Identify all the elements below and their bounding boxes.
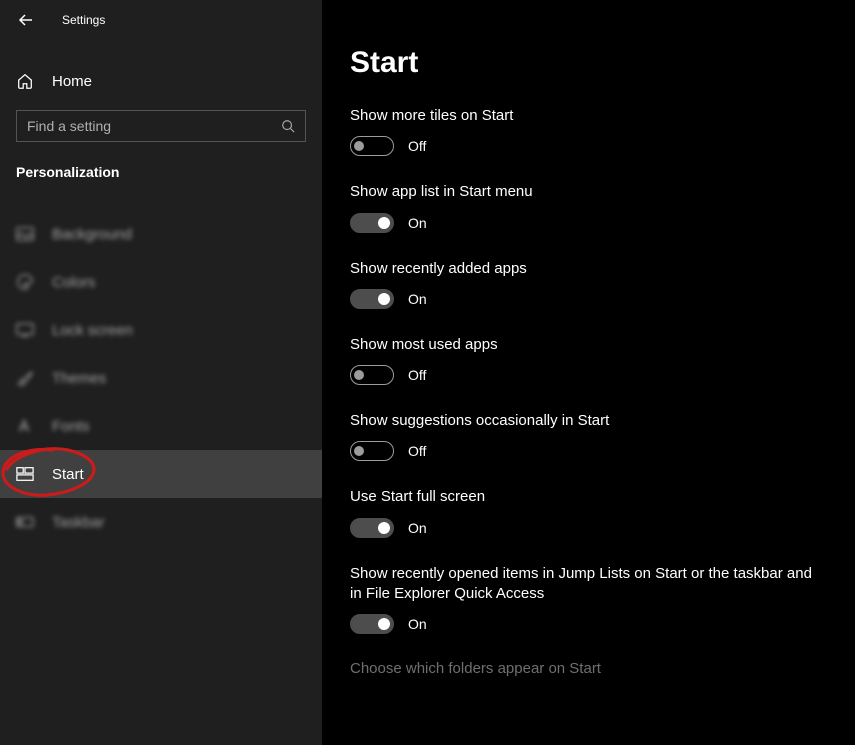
- setting-suggestions: Show suggestions occasionally in Start O…: [350, 411, 815, 461]
- toggle-row: On: [350, 289, 815, 309]
- toggle-full-screen[interactable]: [350, 518, 394, 538]
- toggle-row: Off: [350, 365, 815, 385]
- sidebar-item-taskbar[interactable]: Taskbar: [0, 498, 322, 546]
- picture-icon: [16, 226, 34, 242]
- setting-full-screen: Use Start full screen On: [350, 487, 815, 537]
- palette-icon: [16, 273, 34, 291]
- sidebar-item-background[interactable]: Background: [0, 210, 322, 258]
- toggle-most-used[interactable]: [350, 365, 394, 385]
- sidebar-item-label: Start: [52, 466, 84, 483]
- toggle-recently-added[interactable]: [350, 289, 394, 309]
- nav-home-label: Home: [52, 73, 92, 90]
- font-icon: [16, 417, 34, 435]
- sidebar-item-start[interactable]: Start: [0, 450, 322, 498]
- search-box[interactable]: [16, 110, 306, 142]
- nav-list: Background Colors Lock screen Themes Fon: [0, 210, 322, 546]
- setting-most-used: Show most used apps Off: [350, 335, 815, 385]
- search-icon: [281, 119, 295, 133]
- sidebar-item-label: Fonts: [52, 418, 90, 435]
- sidebar-item-label: Colors: [52, 274, 95, 291]
- sidebar-item-colors[interactable]: Colors: [0, 258, 322, 306]
- taskbar-icon: [16, 516, 34, 528]
- toggle-state: Off: [408, 443, 426, 459]
- arrow-left-icon: [18, 12, 34, 28]
- setting-app-list: Show app list in Start menu On: [350, 182, 815, 232]
- back-button[interactable]: [14, 8, 38, 32]
- setting-label: Show app list in Start menu: [350, 182, 815, 202]
- setting-more-tiles: Show more tiles on Start Off: [350, 106, 815, 156]
- titlebar: Settings: [0, 0, 322, 40]
- setting-label: Show recently added apps: [350, 259, 815, 279]
- setting-label: Show suggestions occasionally in Start: [350, 411, 815, 431]
- toggle-suggestions[interactable]: [350, 441, 394, 461]
- sidebar-item-lock-screen[interactable]: Lock screen: [0, 306, 322, 354]
- setting-label: Use Start full screen: [350, 487, 815, 507]
- toggle-app-list[interactable]: [350, 213, 394, 233]
- toggle-row: Off: [350, 441, 815, 461]
- toggle-state: On: [408, 616, 427, 632]
- toggle-state: On: [408, 291, 427, 307]
- category-heading: Personalization: [0, 142, 322, 194]
- sidebar-item-label: Themes: [52, 370, 106, 387]
- sidebar-item-label: Background: [52, 226, 132, 243]
- sidebar-item-fonts[interactable]: Fonts: [0, 402, 322, 450]
- content-pane: Start Show more tiles on Start Off Show …: [322, 0, 855, 745]
- toggle-jump-lists[interactable]: [350, 614, 394, 634]
- sidebar: Settings Home Personalization Background…: [0, 0, 322, 745]
- nav-home[interactable]: Home: [0, 62, 322, 100]
- toggle-row: On: [350, 518, 815, 538]
- search-input[interactable]: [27, 118, 281, 134]
- brush-icon: [16, 369, 34, 387]
- setting-recently-added: Show recently added apps On: [350, 259, 815, 309]
- monitor-icon: [16, 322, 34, 338]
- start-tiles-icon: [16, 466, 34, 482]
- sidebar-item-themes[interactable]: Themes: [0, 354, 322, 402]
- setting-jump-lists: Show recently opened items in Jump Lists…: [350, 564, 815, 635]
- page-title: Start: [350, 46, 815, 80]
- toggle-row: On: [350, 614, 815, 634]
- toggle-state: Off: [408, 138, 426, 154]
- setting-label: Show more tiles on Start: [350, 106, 815, 126]
- toggle-more-tiles[interactable]: [350, 136, 394, 156]
- home-icon: [16, 72, 34, 90]
- toggle-state: On: [408, 215, 427, 231]
- toggle-row: Off: [350, 136, 815, 156]
- link-choose-folders[interactable]: Choose which folders appear on Start: [350, 660, 815, 677]
- window-title: Settings: [62, 13, 105, 27]
- setting-label: Show recently opened items in Jump Lists…: [350, 564, 815, 605]
- toggle-state: Off: [408, 367, 426, 383]
- toggle-state: On: [408, 520, 427, 536]
- toggle-row: On: [350, 213, 815, 233]
- sidebar-item-label: Lock screen: [52, 322, 133, 339]
- setting-label: Show most used apps: [350, 335, 815, 355]
- sidebar-item-label: Taskbar: [52, 514, 105, 531]
